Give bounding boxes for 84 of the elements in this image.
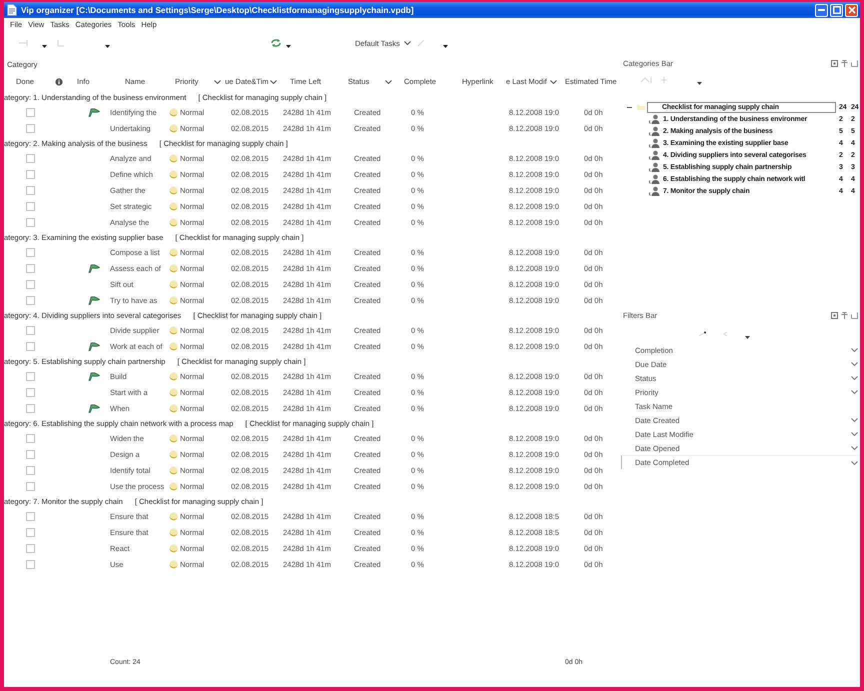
crescent-icon	[169, 154, 178, 162]
info-icon[interactable]	[55, 78, 63, 86]
chevron-icon	[404, 41, 411, 45]
checkbox[interactable]	[26, 466, 35, 474]
checkbox[interactable]	[26, 326, 35, 334]
checkbox[interactable]	[26, 264, 35, 272]
checkbox[interactable]	[26, 372, 35, 380]
minimize-button[interactable]	[815, 4, 828, 16]
checkbox[interactable]	[26, 248, 35, 256]
crescent-icon	[169, 218, 178, 226]
crescent-icon	[169, 560, 178, 568]
crescent-icon	[169, 342, 178, 350]
checkbox[interactable]	[26, 388, 35, 396]
pin-icon[interactable]	[841, 60, 848, 66]
crescent-icon	[169, 186, 178, 194]
crescent-icon	[169, 482, 178, 490]
person-icon	[648, 126, 660, 136]
crescent-icon	[169, 450, 178, 458]
caret-icon[interactable]	[42, 45, 47, 48]
window-title: Vip organizer [C:\Documents and Settings\Serge\Desktop\Checklistformanagingsupplychain.vpdb]	[21, 5, 414, 15]
crescent-icon	[169, 296, 178, 304]
maximize-icon	[832, 6, 840, 14]
maximize-button[interactable]	[830, 4, 843, 16]
crescent-icon	[169, 326, 178, 334]
checkbox[interactable]	[26, 544, 35, 552]
flag-icon[interactable]	[88, 108, 100, 116]
close-icon	[848, 6, 856, 14]
person-icon	[648, 174, 660, 184]
checkbox[interactable]	[26, 202, 35, 210]
crescent-icon	[169, 528, 178, 536]
minimize-icon	[818, 9, 825, 11]
crescent-icon	[169, 264, 178, 272]
crescent-icon	[169, 372, 178, 380]
checkbox[interactable]	[26, 512, 35, 520]
caret-icon[interactable]	[697, 82, 702, 85]
crescent-icon	[169, 512, 178, 520]
flag-icon[interactable]	[88, 372, 100, 380]
caret-icon[interactable]	[442, 45, 448, 48]
flag-icon[interactable]	[88, 264, 100, 272]
person-icon	[648, 138, 660, 148]
person-icon	[648, 186, 660, 196]
checkbox[interactable]	[26, 124, 35, 132]
checkbox[interactable]	[26, 482, 35, 490]
crescent-icon	[169, 280, 178, 288]
faded-icon[interactable]	[698, 331, 706, 337]
crescent-icon	[169, 544, 178, 552]
window-icon[interactable]	[831, 60, 838, 66]
checkbox[interactable]	[26, 108, 35, 116]
checkbox[interactable]	[26, 218, 35, 226]
checkbox[interactable]	[26, 434, 35, 442]
crescent-icon	[169, 404, 178, 412]
crescent-icon	[169, 388, 178, 396]
checkbox[interactable]	[26, 280, 35, 288]
close-button[interactable]	[845, 4, 858, 16]
person-icon	[648, 162, 660, 172]
caret-icon[interactable]	[286, 45, 291, 48]
caret-icon[interactable]	[105, 45, 110, 48]
crescent-icon	[169, 434, 178, 442]
checkbox[interactable]	[26, 170, 35, 178]
caret-icon[interactable]	[745, 336, 750, 339]
pin-icon[interactable]	[841, 312, 848, 318]
checkbox[interactable]	[26, 342, 35, 350]
checkbox[interactable]	[26, 154, 35, 162]
crescent-icon	[169, 124, 178, 132]
checkbox[interactable]	[26, 528, 35, 536]
flag-icon[interactable]	[88, 404, 100, 412]
folder-icon	[637, 104, 645, 110]
checkbox[interactable]	[26, 296, 35, 304]
person-icon	[648, 114, 660, 124]
checkbox[interactable]	[26, 450, 35, 458]
checkbox[interactable]	[26, 560, 35, 568]
sync-icon[interactable]	[270, 38, 282, 48]
document-icon	[7, 4, 17, 16]
flag-icon[interactable]	[88, 296, 100, 304]
person-icon	[648, 150, 660, 160]
crescent-icon	[169, 108, 178, 116]
crescent-icon	[169, 202, 178, 210]
crescent-icon	[169, 170, 178, 178]
checkbox[interactable]	[26, 186, 35, 194]
window-icon[interactable]	[831, 312, 838, 318]
crescent-icon	[169, 466, 178, 474]
flag-icon[interactable]	[88, 342, 100, 350]
checkbox[interactable]	[26, 404, 35, 412]
crescent-icon	[169, 248, 178, 256]
